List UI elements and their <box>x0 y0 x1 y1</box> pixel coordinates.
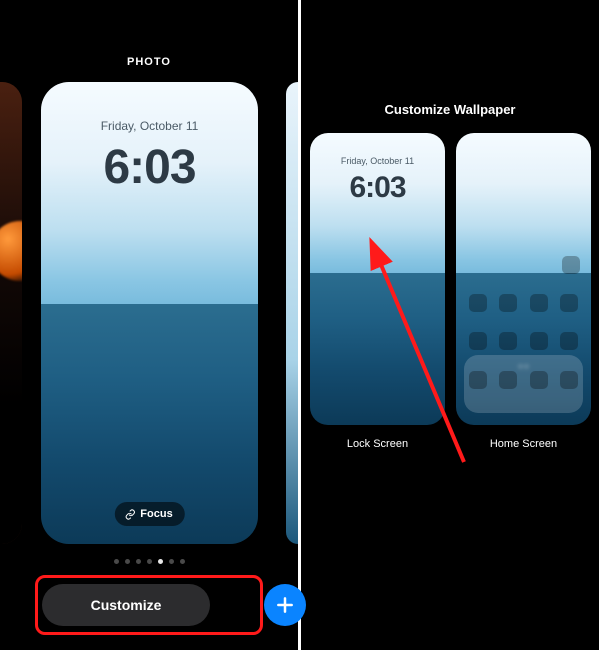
focus-button[interactable]: Focus <box>114 502 184 526</box>
customize-wallpaper-panel: Customize Wallpaper Friday, October 11 6… <box>301 0 599 650</box>
app-icon <box>469 294 487 312</box>
lockscreen-time: 6:03 <box>310 171 445 205</box>
customize-button[interactable]: Customize <box>42 584 210 626</box>
homescreen-preview[interactable] <box>456 133 591 425</box>
annotation-highlight: Customize <box>35 575 263 635</box>
focus-label: Focus <box>140 508 172 520</box>
lockscreen-time: 6:03 <box>41 140 258 195</box>
app-icon <box>499 294 517 312</box>
app-icon <box>530 332 548 350</box>
page-title: Customize Wallpaper <box>301 102 599 117</box>
wallpaper-category-label: PHOTO <box>0 56 298 68</box>
app-icon <box>560 332 578 350</box>
app-icon <box>560 371 578 389</box>
app-icon <box>530 371 548 389</box>
app-icon <box>560 294 578 312</box>
lockscreen-date: Friday, October 11 <box>41 119 258 133</box>
app-icon <box>530 294 548 312</box>
lockscreen-label: Lock Screen <box>310 438 445 450</box>
app-icon <box>499 332 517 350</box>
app-icon <box>469 332 487 350</box>
current-wallpaper-card[interactable]: Friday, October 11 6:03 Focus <box>41 82 258 544</box>
app-icon <box>499 371 517 389</box>
next-wallpaper-peek[interactable] <box>286 82 298 544</box>
prev-wallpaper-peek[interactable] <box>0 82 22 544</box>
add-wallpaper-button[interactable] <box>264 584 306 626</box>
wallpaper-gallery-panel: PHOTO Friday, October 11 6:03 Focus <box>0 0 298 650</box>
link-icon <box>124 509 135 520</box>
homescreen-label: Home Screen <box>456 438 591 450</box>
app-icon <box>469 371 487 389</box>
lockscreen-preview[interactable]: Friday, October 11 6:03 <box>310 133 445 425</box>
app-icon <box>562 256 580 274</box>
plus-icon <box>275 595 295 615</box>
page-indicator <box>0 559 298 564</box>
lockscreen-date: Friday, October 11 <box>310 156 445 166</box>
